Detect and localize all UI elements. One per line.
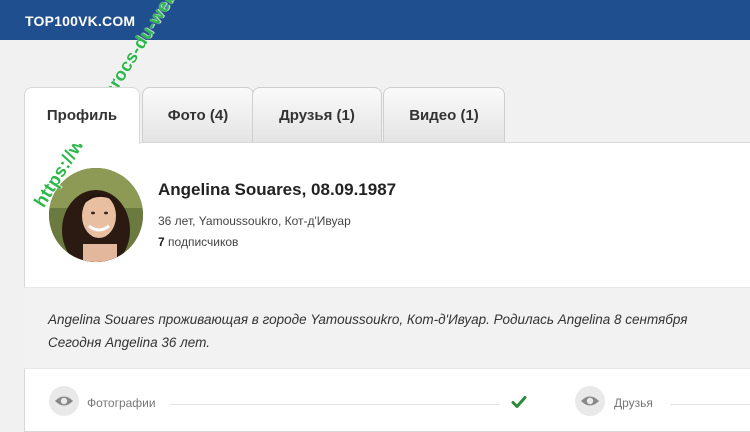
subscribers-number: 7 xyxy=(158,235,165,249)
photos-stat-label: Фотографии xyxy=(87,396,156,410)
avatar[interactable] xyxy=(49,168,143,262)
bio-section: Angelina Souares проживающая в городе Ya… xyxy=(24,287,750,369)
avatar-photo xyxy=(49,168,143,262)
tab-videos[interactable]: Видео (1) xyxy=(383,87,505,142)
tab-photos[interactable]: Фото (4) xyxy=(142,87,254,142)
profile-meta: 36 лет, Yamoussoukro, Кот-д'Ивуар xyxy=(158,214,351,228)
bio-text: Angelina Souares проживающая в городе Ya… xyxy=(48,312,688,350)
check-icon xyxy=(511,396,527,408)
friends-stat-line xyxy=(670,404,750,405)
friends-stat-label: Друзья xyxy=(614,396,653,410)
subscribers-label: подписчиков xyxy=(168,235,239,249)
photos-eye-icon xyxy=(49,386,79,416)
subscribers-count: 7 подписчиков xyxy=(158,235,238,249)
tab-profile[interactable]: Профиль xyxy=(24,87,140,144)
profile-tabs: Профиль Фото (4) Друзья (1) Видео (1) xyxy=(24,87,750,144)
tab-friends[interactable]: Друзья (1) xyxy=(252,87,382,142)
photos-stat-line xyxy=(170,404,500,405)
friends-eye-icon xyxy=(575,386,605,416)
top-bar: TOP100VK.COM xyxy=(0,0,750,40)
profile-name: Angelina Souares, 08.09.1987 xyxy=(158,180,397,199)
site-logo[interactable]: TOP100VK.COM xyxy=(25,13,135,29)
